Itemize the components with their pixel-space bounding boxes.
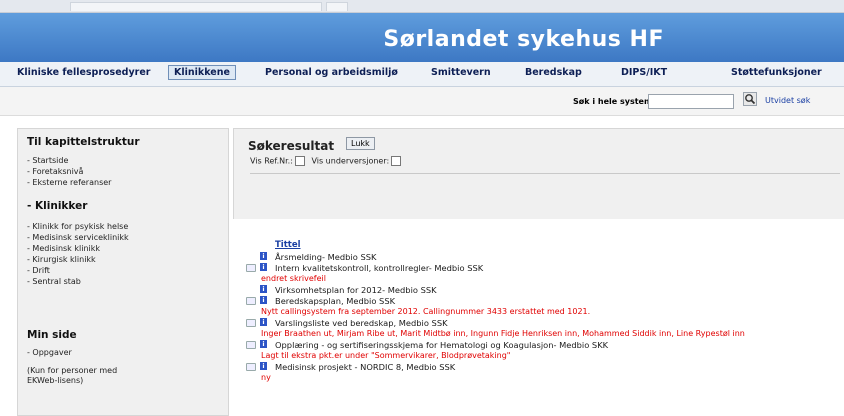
result-change-note: Inger Braathen ut, Mirjam Ribe ut, Marit… (261, 329, 745, 338)
browser-tab[interactable] (70, 2, 322, 11)
nav-personal[interactable]: Personal og arbeidsmiljø (265, 67, 398, 78)
sidebar-item-medisinsk-klinikk[interactable]: - Medisinsk klinikk (27, 244, 100, 253)
sidebar-item-foretaksniva[interactable]: - Foretaksnivå (27, 167, 83, 176)
search-result-title: Søkeresultat (248, 139, 335, 153)
nav-smittevern[interactable]: Smittevern (431, 67, 491, 78)
info-icon[interactable]: i (260, 263, 267, 271)
advanced-search-link[interactable]: Utvidet søk (765, 96, 810, 105)
search-icon[interactable] (743, 92, 757, 106)
sidebar-item-serviceklinikk[interactable]: - Medisinsk serviceklinikk (27, 233, 129, 242)
sidebar-item-oppgaver[interactable]: - Oppgaver (27, 348, 72, 357)
result-change-note: endret skrivefeil (261, 274, 326, 283)
results-list: Tittel i Årsmelding- Medbio SSK i Intern kv… (233, 238, 844, 414)
nav-dips-ikt[interactable]: DIPS/IKT (621, 67, 667, 78)
info-icon[interactable]: i (260, 340, 267, 348)
section-title-klinikker: - Klinikker (27, 200, 88, 212)
info-icon[interactable]: i (260, 252, 267, 260)
nav-stottefunksjoner[interactable]: Støttefunksjoner (731, 67, 822, 78)
result-change-note: Nytt callingsystem fra september 2012. C… (261, 307, 591, 316)
column-header-tittel[interactable]: Tittel (275, 240, 301, 250)
search-result-panel: Søkeresultat Lukk Vis Ref.Nr.: Vis under… (233, 128, 844, 219)
expand-icon[interactable] (246, 363, 256, 371)
nav-klinikkene[interactable]: Klinikkene (168, 65, 236, 80)
search-input[interactable] (648, 94, 734, 109)
sidebar-note-line2: EKWeb-lisens) (27, 376, 84, 385)
info-icon[interactable]: i (260, 285, 267, 293)
expand-icon[interactable] (246, 297, 256, 305)
sidebar-item-psykisk-helse[interactable]: - Klinikk for psykisk helse (27, 222, 128, 231)
info-icon[interactable]: i (260, 362, 267, 370)
browser-tab-strip (0, 0, 844, 13)
result-title-link[interactable]: Virksomhetsplan for 2012- Medbio SSK (275, 285, 437, 295)
left-sidebar: Til kapittelstruktur - Startside - Foret… (17, 128, 229, 416)
nav-beredskap[interactable]: Beredskap (525, 67, 582, 78)
vis-ref-checkbox[interactable] (294, 156, 305, 166)
result-title-link[interactable]: Årsmelding- Medbio SSK (275, 252, 376, 262)
search-bar: Søk i hele systemet: Utvidet søk (0, 87, 844, 116)
section-title-kapittelstruktur: Til kapittelstruktur (27, 136, 140, 148)
expand-icon[interactable] (246, 319, 256, 327)
result-title-link[interactable]: Opplæring - og sertifiseringsskjema for … (275, 340, 608, 350)
info-icon[interactable]: i (260, 318, 267, 326)
result-title-link[interactable]: Intern kvalitetskontroll, kontrollregler… (275, 263, 483, 273)
vis-under-checkbox[interactable] (391, 156, 402, 166)
result-change-note: ny (261, 373, 271, 382)
sidebar-item-startside[interactable]: - Startside (27, 156, 68, 165)
expand-icon[interactable] (246, 341, 256, 349)
sidebar-item-drift[interactable]: - Drift (27, 266, 50, 275)
divider (250, 173, 840, 174)
expand-icon[interactable] (246, 264, 256, 272)
result-title-link[interactable]: Beredskapsplan, Medbio SSK (275, 296, 395, 306)
section-title-min-side: Min side (27, 329, 77, 341)
result-title-link[interactable]: Varslingsliste ved beredskap, Medbio SSK (275, 318, 448, 328)
site-banner: Sørlandet sykehus HF (0, 13, 844, 62)
sidebar-item-kirurgisk-klinikk[interactable]: - Kirurgisk klinikk (27, 255, 96, 264)
info-icon[interactable]: i (260, 296, 267, 304)
main-nav: Kliniske fellesprosedyrer Klinikkene Per… (0, 62, 844, 87)
sidebar-item-eksterne-referanser[interactable]: - Eksterne referanser (27, 178, 111, 187)
result-title-link[interactable]: Medisinsk prosjekt - NORDIC 8, Medbio SS… (275, 362, 455, 372)
sidebar-note-line1: (Kun for personer med (27, 366, 118, 375)
site-title: Sørlandet sykehus HF (383, 27, 664, 52)
result-change-note: Lagt til ekstra pkt.er under "Sommervika… (261, 351, 511, 360)
vis-under-label: Vis underversjoner: (311, 156, 390, 166)
nav-kliniske-fellesprosedyrer[interactable]: Kliniske fellesprosedyrer (17, 67, 150, 78)
sidebar-item-sentral-stab[interactable]: - Sentral stab (27, 277, 81, 286)
vis-ref-label: Vis Ref.Nr.: (250, 156, 293, 166)
view-options: Vis Ref.Nr.: Vis underversjoner: (250, 156, 405, 166)
browser-tab-small[interactable] (326, 2, 348, 11)
close-button[interactable]: Lukk (346, 137, 375, 150)
